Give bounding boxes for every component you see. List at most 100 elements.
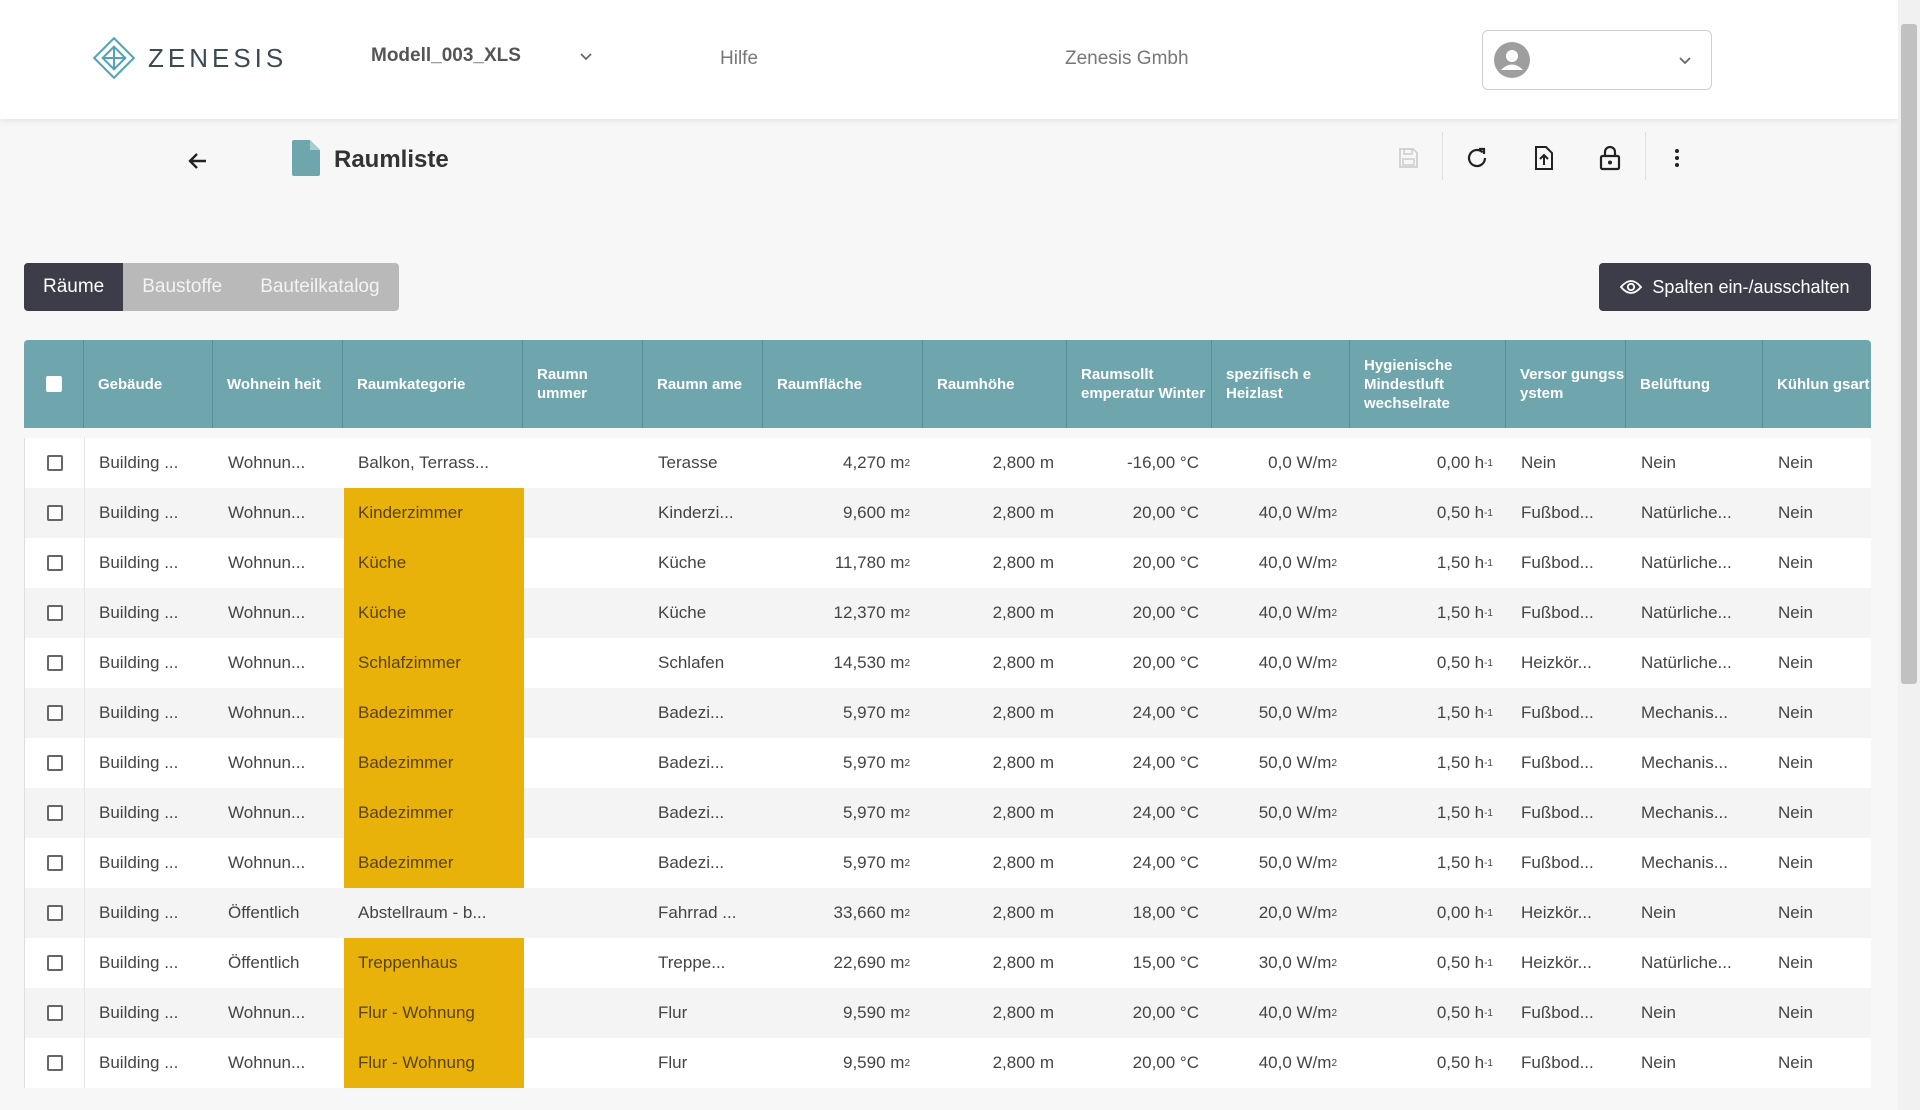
tab-baustoffe[interactable]: Baustoffe	[123, 263, 241, 311]
cell-category: Balkon, Terrass...	[344, 438, 524, 488]
table-row[interactable]: Building ... Wohnun... Balkon, Terrass... T…	[25, 438, 1871, 488]
cell-height-text: 2,800 m	[992, 953, 1054, 972]
back-button[interactable]	[180, 143, 216, 179]
cell-supply-system-text: Fußbod...	[1521, 753, 1594, 772]
cell-air-change: 0,00 h -1	[1351, 888, 1507, 938]
cell-building: Building ...	[85, 738, 214, 788]
cell-air-change: 0,50 h -1	[1351, 988, 1507, 1038]
company-name: Zenesis Gmbh	[1065, 48, 1189, 69]
cell-area: 5,970 m2	[764, 738, 924, 788]
row-checkbox[interactable]	[46, 805, 63, 821]
lock-button[interactable]	[1592, 140, 1628, 176]
cell-room-number	[524, 938, 644, 988]
cell-building-text: Building ...	[99, 553, 179, 572]
column-header[interactable]: Wohnein heit	[213, 340, 343, 428]
table-row[interactable]: Building ... Wohnun... Flur - Wohnung Flur 9…	[25, 1038, 1871, 1088]
chevron-down-icon[interactable]	[578, 48, 594, 64]
cell-area-text: 5,970	[843, 853, 886, 872]
table-row[interactable]: Building ... Wohnun... Flur - Wohnung Flur 9…	[25, 988, 1871, 1038]
row-checkbox[interactable]	[46, 705, 63, 721]
table-row[interactable]: Building ... Wohnun... Badezimmer Badezi...…	[25, 738, 1871, 788]
cell-category-text: Badezimmer	[358, 853, 454, 872]
cell-ventilation: Nein	[1627, 1038, 1764, 1088]
cell-unit-text: Wohnun...	[228, 503, 306, 522]
row-checkbox[interactable]	[46, 555, 63, 571]
cell-cooling: Nein	[1764, 438, 1871, 488]
cell-temperature-text: 20,00 °C	[1132, 503, 1199, 522]
row-checkbox[interactable]	[46, 455, 63, 471]
export-button[interactable]	[1526, 140, 1562, 176]
row-checkbox-cell	[25, 888, 85, 938]
cell-unit-text: Wohnun...	[228, 703, 306, 722]
column-header[interactable]: Gebäude	[84, 340, 213, 428]
brand-logo[interactable]: ZENESIS	[92, 36, 287, 80]
toggle-columns-button[interactable]: Spalten ein-/ausschalten	[1599, 263, 1871, 311]
row-checkbox[interactable]	[46, 905, 63, 921]
help-link[interactable]: Hilfe	[720, 48, 758, 70]
cell-cooling-text: Nein	[1778, 1003, 1813, 1022]
cell-unit-text: Wohnun...	[228, 853, 306, 872]
more-options-button[interactable]	[1659, 140, 1695, 176]
table-row[interactable]: Building ... Öffentlich Treppenhaus Treppe.…	[25, 938, 1871, 988]
column-header[interactable]: Versor gungss ystem	[1506, 340, 1626, 428]
unit-exponent: -1	[1484, 857, 1493, 869]
row-checkbox[interactable]	[46, 755, 63, 771]
save-button[interactable]	[1390, 140, 1426, 176]
table-row[interactable]: Building ... Wohnun... Badezimmer Badezi...…	[25, 838, 1871, 888]
avatar-icon	[1494, 42, 1530, 78]
cell-area-text: 11,780	[834, 553, 886, 572]
column-header[interactable]: Raumn ame	[643, 340, 763, 428]
cell-category: Schlafzimmer	[344, 638, 524, 688]
table-row[interactable]: Building ... Wohnun... Kinderzimmer Kinderz…	[25, 488, 1871, 538]
column-header[interactable]: Belüftung	[1626, 340, 1763, 428]
cell-supply-system-text: Fußbod...	[1521, 503, 1594, 522]
table-row[interactable]: Building ... Wohnun... Küche Küche 12,370 m2…	[25, 588, 1871, 638]
table-row[interactable]: Building ... Wohnun... Schlafzimmer Schlafe…	[25, 638, 1871, 688]
user-menu[interactable]	[1482, 30, 1712, 90]
cell-height-text: 2,800 m	[992, 453, 1054, 472]
cell-cooling-text: Nein	[1778, 703, 1813, 722]
select-all-checkbox[interactable]	[45, 376, 62, 392]
refresh-button[interactable]	[1459, 140, 1495, 176]
table-row[interactable]: Building ... Öffentlich Abstellraum - b...…	[25, 888, 1871, 938]
column-header[interactable]: Hygienische Mindestluft wechselrate	[1350, 340, 1506, 428]
table-row[interactable]: Building ... Wohnun... Badezimmer Badezi...…	[25, 688, 1871, 738]
row-checkbox[interactable]	[46, 955, 63, 971]
column-header[interactable]: Raumfläche	[763, 340, 923, 428]
row-checkbox[interactable]	[46, 605, 63, 621]
column-header[interactable]: Raumhöhe	[923, 340, 1067, 428]
table-row[interactable]: Building ... Wohnun... Küche Küche 11,780 m2…	[25, 538, 1871, 588]
cell-category-text: Küche	[358, 553, 407, 572]
cell-temperature: 24,00 °C	[1068, 788, 1213, 838]
cell-room-name: Küche	[644, 538, 764, 588]
row-checkbox[interactable]	[46, 1055, 63, 1071]
column-header[interactable]: spezifisch e Heizlast	[1212, 340, 1350, 428]
row-checkbox[interactable]	[46, 655, 63, 671]
cell-heat-load: 50,0 W/m 2	[1213, 838, 1351, 888]
column-header[interactable]: Raumn ummer	[523, 340, 643, 428]
row-checkbox[interactable]	[46, 855, 63, 871]
chevron-down-icon	[1679, 57, 1691, 65]
cell-building: Building ...	[85, 838, 214, 888]
cell-cooling-text: Nein	[1778, 753, 1813, 772]
row-checkbox[interactable]	[46, 505, 63, 521]
column-header[interactable]: Raumkategorie	[343, 340, 523, 428]
unit-exponent: 2	[1331, 957, 1337, 969]
cell-height: 2,800 m	[924, 688, 1068, 738]
cell-cooling-text: Nein	[1778, 503, 1813, 522]
tab-raeume[interactable]: Räume	[24, 263, 124, 311]
column-header[interactable]: Raumsollt emperatur Winter	[1067, 340, 1212, 428]
top-header: ZENESIS Modell_003_XLS Hilfe Zenesis Gmb…	[0, 0, 1898, 119]
scrollbar-thumb[interactable]	[1901, 24, 1917, 684]
cell-supply-system: Fußbod...	[1507, 838, 1627, 888]
column-header[interactable]: Kühlun gsart	[1763, 340, 1871, 428]
cell-ventilation: Natürliche...	[1627, 538, 1764, 588]
cell-temperature-text: 20,00 °C	[1132, 1053, 1199, 1072]
model-selector-label[interactable]: Modell_003_XLS	[371, 45, 521, 67]
vertical-scrollbar[interactable]	[1898, 0, 1920, 1110]
table-row[interactable]: Building ... Wohnun... Badezimmer Badezi...…	[25, 788, 1871, 838]
cell-building: Building ...	[85, 488, 214, 538]
row-checkbox[interactable]	[46, 1005, 63, 1021]
unit-exponent: 2	[1331, 1007, 1337, 1019]
tab-bauteilkatalog[interactable]: Bauteilkatalog	[241, 263, 398, 311]
